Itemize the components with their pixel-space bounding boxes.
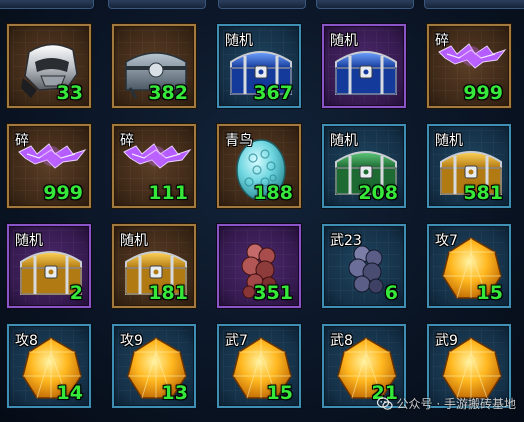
item-count: 999 bbox=[43, 182, 83, 204]
item-count: 111 bbox=[148, 182, 188, 204]
item-tag: 随机 bbox=[330, 133, 358, 149]
item-tag: 攻7 bbox=[435, 233, 458, 249]
item-count: 2 bbox=[69, 282, 83, 304]
item-tag: 青鸟 bbox=[225, 133, 253, 149]
inventory-slot[interactable]: 随机 208 bbox=[322, 124, 406, 208]
inventory-slot[interactable]: 碎 999 bbox=[427, 24, 511, 108]
inventory-slot[interactable]: 青鸟 188 bbox=[217, 124, 301, 208]
inventory-slot[interactable]: 碎 111 bbox=[112, 124, 196, 208]
item-tag: 随机 bbox=[330, 33, 358, 49]
item-count: 33 bbox=[56, 82, 83, 104]
watermark: 公众号 · 手游搬砖基地 bbox=[376, 395, 516, 412]
item-count: 15 bbox=[476, 282, 503, 304]
item-tag: 武23 bbox=[330, 233, 362, 249]
item-count: 181 bbox=[148, 282, 188, 304]
item-count: 581 bbox=[463, 182, 503, 204]
item-tag: 武8 bbox=[330, 333, 353, 349]
inventory-slot[interactable]: 武7 15 bbox=[217, 324, 301, 408]
item-tag: 攻8 bbox=[15, 333, 38, 349]
item-count: 14 bbox=[56, 382, 83, 404]
inventory-slot[interactable]: 碎 999 bbox=[7, 124, 91, 208]
inventory-slot[interactable]: 攻8 14 bbox=[7, 324, 91, 408]
inventory-slot[interactable]: 随机 bbox=[322, 24, 406, 108]
inventory-slot[interactable]: 随机 2 bbox=[7, 224, 91, 308]
item-tag: 碎 bbox=[120, 133, 134, 149]
item-tag: 随机 bbox=[435, 133, 463, 149]
item-count: 367 bbox=[253, 82, 293, 104]
item-tag: 碎 bbox=[15, 133, 29, 149]
item-count: 6 bbox=[384, 282, 398, 304]
inventory-grid: 33 382 随机 367 随机 碎 999 碎 999 碎 111 青鸟 18… bbox=[0, 0, 524, 422]
item-tag: 武9 bbox=[435, 333, 458, 349]
item-count: 351 bbox=[253, 282, 293, 304]
watermark-text: 公众号 · 手游搬砖基地 bbox=[396, 397, 516, 411]
inventory-slot[interactable]: 随机 367 bbox=[217, 24, 301, 108]
item-count: 208 bbox=[358, 182, 398, 204]
item-tag: 武7 bbox=[225, 333, 248, 349]
item-count: 13 bbox=[161, 382, 188, 404]
inventory-slot[interactable]: 351 bbox=[217, 224, 301, 308]
item-count: 188 bbox=[253, 182, 293, 204]
inventory-slot[interactable]: 攻7 15 bbox=[427, 224, 511, 308]
inventory-slot[interactable]: 382 bbox=[112, 24, 196, 108]
item-tag: 随机 bbox=[225, 33, 253, 49]
inventory-slot[interactable]: 33 bbox=[7, 24, 91, 108]
inventory-slot[interactable]: 随机 581 bbox=[427, 124, 511, 208]
item-tag: 攻9 bbox=[120, 333, 143, 349]
item-tag: 随机 bbox=[15, 233, 43, 249]
item-count: 382 bbox=[148, 82, 188, 104]
wechat-icon bbox=[376, 396, 393, 410]
inventory-slot[interactable]: 武23 6 bbox=[322, 224, 406, 308]
item-count: 999 bbox=[463, 82, 503, 104]
inventory-slot[interactable]: 攻9 13 bbox=[112, 324, 196, 408]
inventory-slot[interactable]: 随机 181 bbox=[112, 224, 196, 308]
item-tag: 随机 bbox=[120, 233, 148, 249]
item-tag: 碎 bbox=[435, 33, 449, 49]
item-count: 15 bbox=[266, 382, 293, 404]
